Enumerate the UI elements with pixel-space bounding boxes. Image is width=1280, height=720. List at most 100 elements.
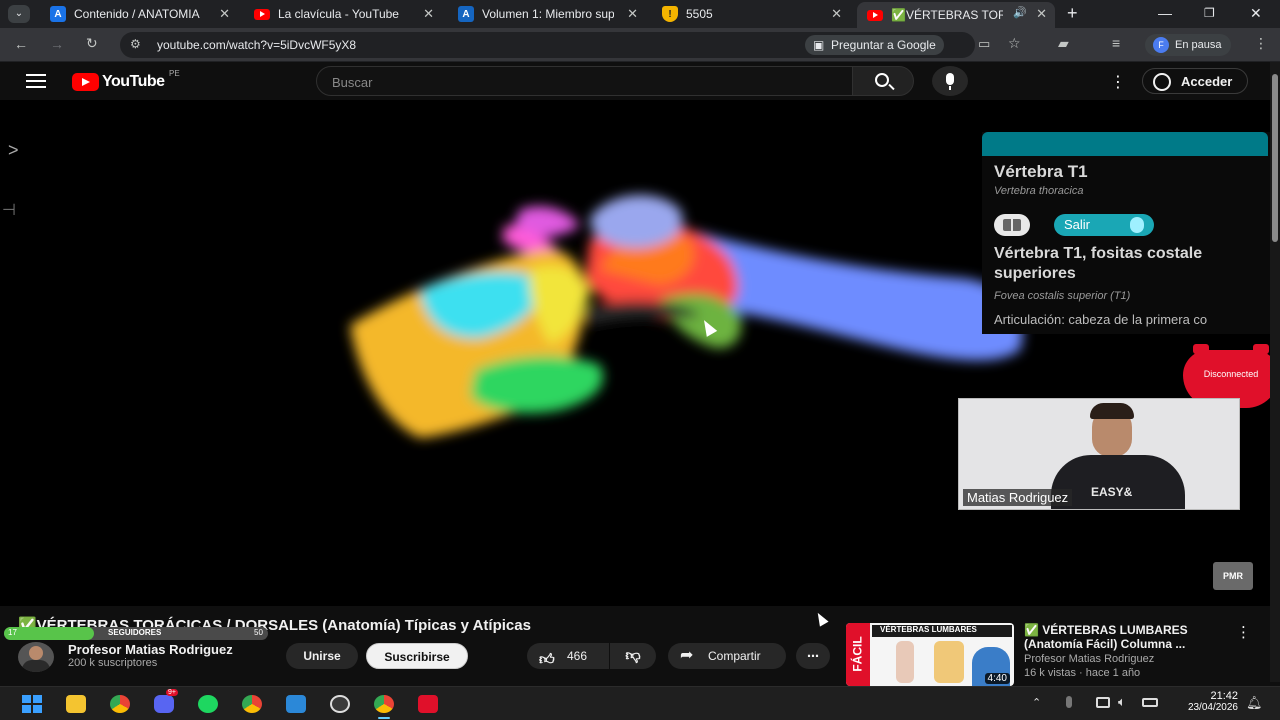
back-icon[interactable]: ← xyxy=(14,36,28,52)
anatomy-info-panel: Vértebra T1 Vertebra thoracica Salir Vér… xyxy=(982,132,1270,334)
webcam-overlay: EASY& Matias Rodriguez xyxy=(958,398,1240,510)
file-explorer-icon[interactable] xyxy=(66,695,86,713)
ask-google-button[interactable]: ▣ Preguntar a Google xyxy=(805,35,944,55)
share-arrow-icon: ➦ xyxy=(680,647,694,664)
search-icon xyxy=(875,73,889,87)
share-button[interactable]: ➦ Compartir xyxy=(668,643,786,669)
chrome-profile-icon[interactable] xyxy=(242,695,262,713)
youtube-icon xyxy=(254,8,270,20)
browser-tab[interactable]: A Volumen 1: Miembro sup ✕ xyxy=(448,2,646,26)
page-scrollbar[interactable] xyxy=(1270,62,1280,682)
subscribe-button[interactable]: Suscribirse xyxy=(366,643,468,669)
channel-name[interactable]: Profesor Matias Rodriguez xyxy=(68,642,233,657)
microphone-icon xyxy=(946,73,954,85)
close-tab-icon[interactable]: ✕ xyxy=(219,6,230,22)
browser-tab-active[interactable]: ✅VÉRTEBRAS TORÁ 🔊 ✕ xyxy=(857,2,1055,28)
browser-menu-icon[interactable]: ⋮ xyxy=(1254,35,1268,52)
recommended-more-icon[interactable]: ⋮ xyxy=(1236,623,1251,641)
account-icon xyxy=(1153,73,1171,91)
watermark-logo: PMR xyxy=(1213,562,1253,590)
browser-tab[interactable]: La clavícula - YouTube ✕ xyxy=(244,2,442,26)
webcam-name-label: Matias Rodriguez xyxy=(963,489,1073,506)
reload-icon[interactable]: ↻ xyxy=(86,35,98,52)
settings-more-icon[interactable]: ⋮ xyxy=(1110,72,1126,92)
subscriber-count: 200 k suscriptores xyxy=(68,657,158,669)
site-info-icon[interactable]: ⚙ xyxy=(130,37,141,51)
dislike-button[interactable]: 👎︎ xyxy=(610,643,656,669)
profile-button[interactable]: F En pausa xyxy=(1145,34,1232,56)
recommended-title[interactable]: ✅ VÉRTEBRAS LUMBARES (Anatomía Fácil) Co… xyxy=(1024,623,1234,651)
recommended-meta: 16 k vistas · hace 1 año xyxy=(1024,667,1141,679)
minimize-icon[interactable]: — xyxy=(1158,5,1172,21)
active-app-indicator xyxy=(378,717,390,719)
browser-toolbar: ← → ↻ ⚙ youtube.com/watch?v=5iDvcWF5yX8 … xyxy=(0,28,1280,62)
close-tab-icon[interactable]: ✕ xyxy=(1036,6,1047,22)
speaker-icon[interactable]: 🔊 xyxy=(1013,6,1027,19)
discord-icon[interactable]: 9+ xyxy=(154,689,178,713)
browser-tab[interactable]: ! 5505 ✕ xyxy=(652,2,850,26)
close-tab-icon[interactable]: ✕ xyxy=(831,6,842,22)
sign-in-button[interactable]: Acceder xyxy=(1142,68,1248,94)
voice-search-button[interactable] xyxy=(932,66,968,96)
exit-button[interactable]: Salir xyxy=(1054,214,1154,236)
bookmark-star-icon[interactable]: ☆ xyxy=(1008,35,1021,52)
browser-tab[interactable]: A Contenido / ANATOMIA ✕ xyxy=(40,2,238,26)
recommended-channel[interactable]: Profesor Matias Rodriguez xyxy=(1024,653,1154,665)
close-window-icon[interactable]: ✕ xyxy=(1250,5,1262,22)
address-bar[interactable]: ⚙ youtube.com/watch?v=5iDvcWF5yX8 ▣ Preg… xyxy=(120,32,1021,58)
panel-heading: Vértebra T1, fositas costale superiores xyxy=(994,245,1203,282)
more-horizontal-icon: ⋯ xyxy=(807,649,819,663)
chrome-icon[interactable] xyxy=(110,695,130,713)
browser-tab-strip: ⌄ A Contenido / ANATOMIA ✕ La clavícula … xyxy=(0,0,1280,28)
video-duration: 4:40 xyxy=(984,673,1010,684)
cast-icon[interactable]: ▭ xyxy=(978,36,990,52)
media-control-icon[interactable]: ≡ xyxy=(1112,35,1120,51)
profile-avatar: F xyxy=(1153,37,1169,53)
recommended-video[interactable]: FÁCIL VÉRTEBRAS LUMBARES 4:40 ✅ VÉRTEBRA… xyxy=(846,623,1266,686)
search-input[interactable]: Buscar xyxy=(316,66,853,96)
search-button[interactable] xyxy=(852,66,914,96)
youtube-icon xyxy=(867,9,883,21)
volume-icon[interactable]: 🔈︎ xyxy=(1118,694,1126,710)
book-icon[interactable] xyxy=(994,214,1030,236)
like-button[interactable]: 👍︎ 466 xyxy=(527,643,609,669)
spotify-icon[interactable] xyxy=(198,695,218,713)
chrome-active-icon[interactable] xyxy=(374,695,394,713)
tray-mic-icon[interactable] xyxy=(1066,696,1072,708)
close-tab-icon[interactable]: ✕ xyxy=(627,6,638,22)
followers-progress-fill xyxy=(4,627,94,640)
tab-search-button[interactable]: ⌄ xyxy=(8,5,30,23)
tiktok-icon[interactable] xyxy=(418,695,438,713)
recommended-thumbnail[interactable]: FÁCIL VÉRTEBRAS LUMBARES 4:40 xyxy=(846,623,1014,686)
forward-icon[interactable]: → xyxy=(50,36,64,52)
network-icon[interactable] xyxy=(1096,697,1110,708)
new-tab-button[interactable]: + xyxy=(1067,3,1078,24)
youtube-header: YouTube PE Buscar ⋮ Acceder xyxy=(0,62,1280,100)
windows-start-icon[interactable] xyxy=(22,695,42,713)
panel-articulation: Articulación: cabeza de la primera co xyxy=(994,312,1208,327)
thumbs-up-icon: 👍︎ xyxy=(539,651,555,668)
panel-subtitle: Vertebra thoracica xyxy=(994,185,1084,197)
restore-icon[interactable]: ❐ xyxy=(1204,6,1215,20)
clock[interactable]: 21:42 23/04/2026 xyxy=(1172,690,1238,713)
extensions-icon[interactable]: ▰ xyxy=(1058,35,1069,52)
notification-bell-icon[interactable]: 🔔︎ xyxy=(1246,695,1263,711)
thumbs-down-icon: 👎︎ xyxy=(625,647,641,664)
join-button[interactable]: Unirse xyxy=(286,643,358,669)
battery-icon[interactable] xyxy=(1142,698,1158,707)
hamburger-menu-icon[interactable] xyxy=(26,74,46,88)
photos-icon[interactable] xyxy=(286,695,306,713)
youtube-play-icon xyxy=(72,73,99,91)
channel-avatar[interactable] xyxy=(18,642,54,672)
more-actions-button[interactable]: ⋯ xyxy=(796,643,830,669)
scrollbar-thumb[interactable] xyxy=(1272,74,1278,242)
pointer-hand-icon xyxy=(1130,217,1144,233)
close-tab-icon[interactable]: ✕ xyxy=(423,6,434,22)
url-text: youtube.com/watch?v=5iDvcWF5yX8 xyxy=(157,38,357,52)
tray-chevron-icon[interactable]: ⌃ xyxy=(1032,696,1041,709)
a-letter-icon: A xyxy=(50,6,66,22)
followers-overlay-bar: 17 SEGUIDORES 50 xyxy=(4,627,268,640)
obs-icon[interactable] xyxy=(330,695,350,713)
lens-icon: ▣ xyxy=(813,38,825,52)
video-player[interactable]: > ⊣ Vértebra T1 Vertebra thoracica Salir… xyxy=(0,100,1270,606)
